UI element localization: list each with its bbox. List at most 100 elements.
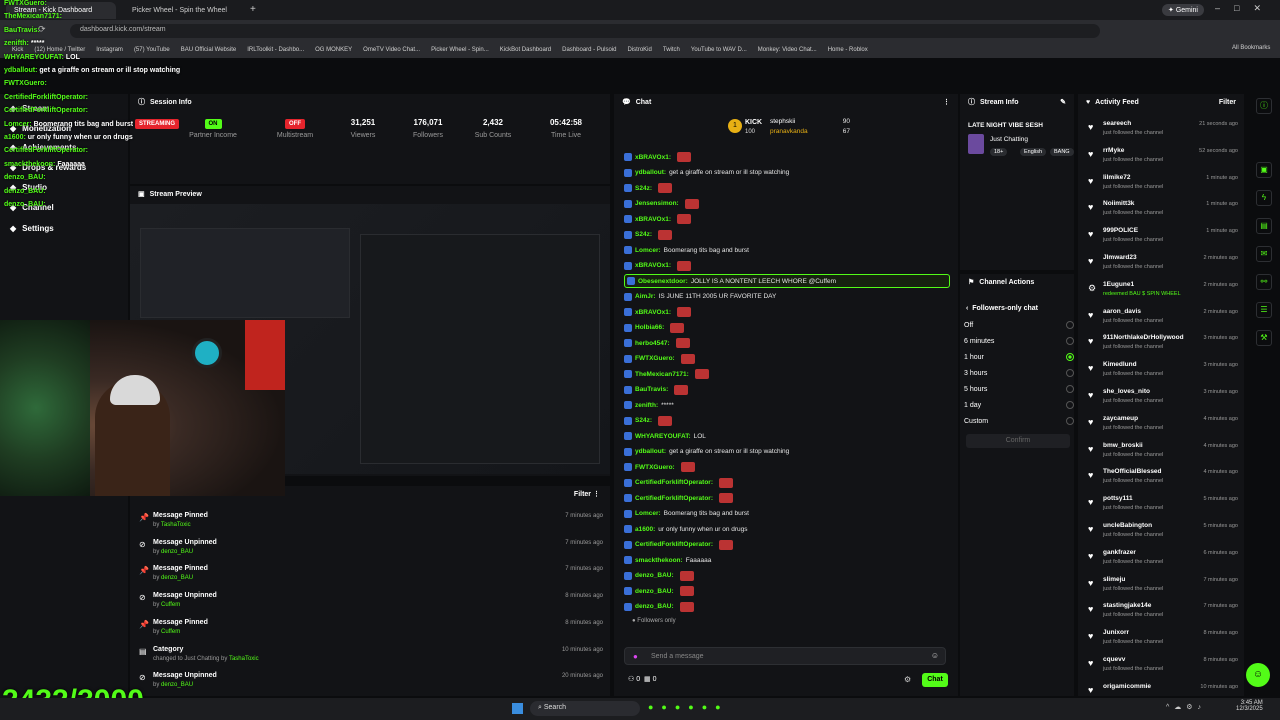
followers-only-option[interactable]: 3 hours: [964, 365, 1074, 381]
bookmark-item[interactable]: OG MONKEY: [315, 47, 352, 53]
followers-only-back[interactable]: ‹ Followers-only chat: [966, 305, 1038, 312]
activity-name[interactable]: 1Eugune1: [1103, 281, 1134, 288]
followers-only-option[interactable]: 1 hour: [964, 349, 1074, 365]
chat-username[interactable]: xBRAVOx1:: [635, 309, 671, 316]
chat-username[interactable]: WHYAREYOUFAT:: [635, 433, 691, 440]
activity-name[interactable]: Jlmward23: [1103, 254, 1137, 261]
bolt-side-icon[interactable]: ϟ: [1256, 190, 1272, 206]
option-radio[interactable]: [1066, 385, 1074, 393]
all-bookmarks[interactable]: All Bookmarks: [1232, 45, 1270, 51]
bookmark-item[interactable]: Home - Roblox: [828, 47, 868, 53]
edit-icon[interactable]: ✎: [1060, 98, 1066, 106]
chat-username[interactable]: Obesenextdoor:: [638, 278, 688, 285]
mod-user[interactable]: Cuffem: [161, 629, 180, 635]
chat-username[interactable]: denzo_BAU:: [635, 603, 674, 610]
chat-side-icon[interactable]: ✉: [1256, 246, 1272, 262]
activity-name[interactable]: seareech: [1103, 120, 1131, 127]
chat-send-button[interactable]: Chat: [922, 673, 948, 687]
option-radio[interactable]: [1066, 369, 1074, 377]
activity-name[interactable]: uncleBabington: [1103, 522, 1152, 529]
activity-name[interactable]: 999POLICE: [1103, 227, 1138, 234]
activity-name[interactable]: Noiimitt3k: [1103, 200, 1134, 207]
chat-username[interactable]: CertifiedForkliftOperator:: [635, 541, 713, 548]
chat-username[interactable]: S24z:: [635, 417, 652, 424]
chat-username[interactable]: S24z:: [635, 185, 652, 192]
window-controls[interactable]: –□✕: [1215, 3, 1275, 14]
chat-username[interactable]: TheMexican7171:: [635, 371, 689, 378]
bookmark-item[interactable]: DistroKid: [628, 47, 652, 53]
mod-user[interactable]: TashaToxic: [229, 656, 259, 662]
windows-start-icon[interactable]: [512, 703, 523, 714]
gemini-button[interactable]: ✦ Gemini: [1162, 4, 1204, 16]
chat-username[interactable]: Jensensimon:: [635, 200, 679, 207]
activity-name[interactable]: gankfrazer: [1103, 549, 1136, 556]
chat-username[interactable]: xBRAVOx1:: [635, 154, 671, 161]
bookmark-item[interactable]: KickBot Dashboard: [500, 47, 551, 53]
followers-only-option[interactable]: Custom: [964, 413, 1074, 429]
option-radio[interactable]: [1066, 401, 1074, 409]
mod-user[interactable]: denzo_BAU: [161, 682, 193, 688]
followers-only-option[interactable]: Off: [964, 317, 1074, 333]
activity-name[interactable]: Kimedlund: [1103, 361, 1137, 368]
wrench-side-icon[interactable]: ⚒: [1256, 330, 1272, 346]
chat-username[interactable]: BauTravis:: [635, 386, 668, 393]
chat-username[interactable]: denzo_BAU:: [635, 572, 674, 579]
chat-username[interactable]: xBRAVOx1:: [635, 216, 671, 223]
mod-user[interactable]: denzo_BAU: [161, 575, 193, 581]
activity-name[interactable]: lilmike72: [1103, 174, 1130, 181]
card-side-icon[interactable]: ▤: [1256, 218, 1272, 234]
tab-picker-wheel[interactable]: Picker Wheel - Spin the Wheel: [124, 2, 244, 19]
chat-username[interactable]: FWTXGuero:: [635, 464, 675, 471]
followers-only-option[interactable]: 5 hours: [964, 381, 1074, 397]
chat-username[interactable]: xBRAVOx1:: [635, 262, 671, 269]
option-radio[interactable]: [1066, 417, 1074, 425]
activity-name[interactable]: she_loves_nito: [1103, 388, 1150, 395]
chat-username[interactable]: Lomcer:: [635, 510, 661, 517]
new-tab-button[interactable]: +: [250, 4, 256, 15]
option-radio[interactable]: [1066, 337, 1074, 345]
chat-username[interactable]: FWTXGuero:: [635, 355, 675, 362]
chat-username[interactable]: CertifiedForkliftOperator:: [635, 495, 713, 502]
leaderboard-name[interactable]: stephskii: [770, 118, 795, 125]
activity-name[interactable]: Junixorr: [1103, 629, 1129, 636]
mod-user[interactable]: TashaToxic: [161, 522, 191, 528]
activity-name[interactable]: TheOfficialBlessed: [1103, 468, 1162, 475]
mod-user[interactable]: Cuffem: [161, 602, 180, 608]
activity-name[interactable]: origamicommie: [1103, 683, 1151, 690]
sidebar-item-settings[interactable]: ◆ Settings: [10, 224, 54, 233]
mic-icon[interactable]: ●: [633, 652, 638, 661]
bookmark-item[interactable]: Picker Wheel - Spin...: [431, 47, 489, 53]
followers-only-option[interactable]: 6 minutes: [964, 333, 1074, 349]
emoji-icon[interactable]: ☺: [931, 651, 939, 660]
bookmark-item[interactable]: (57) YouTube: [134, 47, 170, 53]
bookmark-item[interactable]: (12) Home / Twitter: [34, 47, 85, 53]
chat-username[interactable]: AimJr:: [635, 293, 656, 300]
chat-menu-icon[interactable]: ⋮: [943, 98, 950, 106]
activity-name[interactable]: 911NorthlakeDrHollywood: [1103, 334, 1184, 341]
option-radio[interactable]: [1066, 353, 1074, 361]
followers-only-option[interactable]: 1 day: [964, 397, 1074, 413]
widget-side-icon[interactable]: ▣: [1256, 162, 1272, 178]
activity-name[interactable]: slimeju: [1103, 576, 1125, 583]
chat-username[interactable]: S24z:: [635, 231, 652, 238]
chat-username[interactable]: zenifth:: [635, 402, 658, 409]
chat-username[interactable]: denzo_BAU:: [635, 588, 674, 595]
chat-username[interactable]: CertifiedForkliftOperator:: [635, 479, 713, 486]
bookmark-item[interactable]: Monkey: Video Chat...: [758, 47, 817, 53]
chat-username[interactable]: a1600:: [635, 526, 655, 533]
bookmark-item[interactable]: Twitch: [663, 47, 680, 53]
chat-username[interactable]: Holbia66:: [635, 324, 664, 331]
activity-name[interactable]: zaycameup: [1103, 415, 1138, 422]
list-side-icon[interactable]: ☰: [1256, 302, 1272, 318]
bookmark-item[interactable]: Kick: [12, 47, 23, 53]
bookmark-item[interactable]: IRLToolkit - Dashbo...: [247, 47, 304, 53]
chat-username[interactable]: herbo4547:: [635, 340, 670, 347]
activity-name[interactable]: rrMyke: [1103, 147, 1124, 154]
bookmark-item[interactable]: YouTube to WAV D...: [691, 47, 747, 53]
bookmark-item[interactable]: OmeTV Video Chat...: [363, 47, 420, 53]
bookmark-item[interactable]: Instagram: [96, 47, 123, 53]
activity-filter[interactable]: Filter: [1219, 99, 1236, 106]
mod-log-filter[interactable]: Filter ⋮: [574, 490, 600, 498]
address-bar[interactable]: dashboard.kick.com/stream: [70, 24, 1100, 38]
activity-name[interactable]: stastingjake14e: [1103, 602, 1151, 609]
